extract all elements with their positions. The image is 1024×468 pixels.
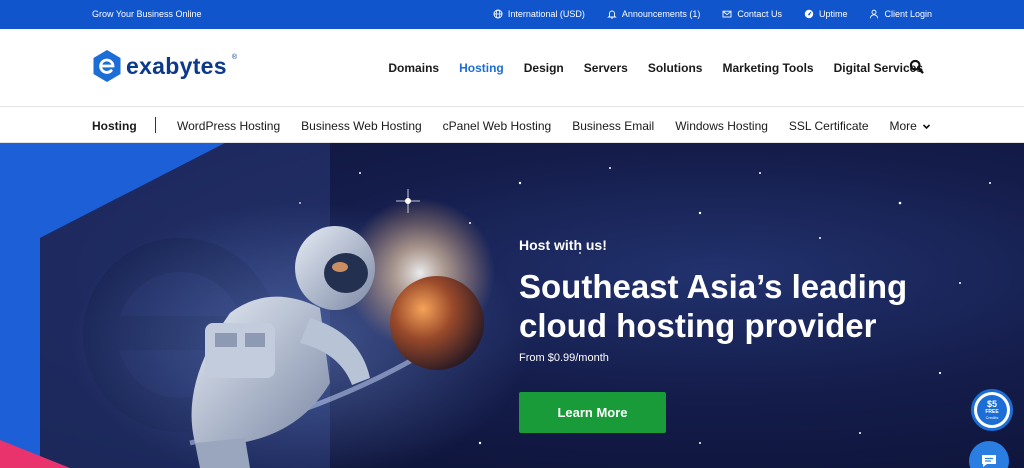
free-credits-badge-inner: $5 FREE Credits (977, 395, 1007, 425)
hero-eyebrow: Host with us! (519, 237, 607, 253)
subnav-business-email[interactable]: Business Email (572, 119, 654, 133)
chevron-down-icon (922, 123, 930, 129)
search-button[interactable] (909, 59, 924, 74)
registered-mark: ® (231, 53, 238, 61)
subnav-ssl-certificate[interactable]: SSL Certificate (789, 119, 869, 133)
logo-hex-icon (93, 50, 121, 82)
hero-title-line-1: Southeast Asia’s leading (519, 268, 908, 305)
hero-price: From $0.99/month (519, 352, 609, 364)
nav-solutions[interactable]: Solutions (648, 61, 703, 75)
user-icon (870, 9, 879, 19)
top-links: International (USD) Announcements (1) Co… (493, 9, 932, 19)
chat-bubble-icon (982, 455, 996, 467)
subnav-windows-hosting[interactable]: Windows Hosting (675, 119, 768, 133)
brand-name: exabytes (126, 52, 227, 79)
nav-servers[interactable]: Servers (584, 61, 628, 75)
announcements-link[interactable]: Announcements (1) (607, 9, 701, 19)
currency-link[interactable]: International (USD) (493, 9, 585, 19)
badge-amount: $5 (986, 399, 997, 409)
contact-label: Contact Us (737, 9, 782, 19)
client-login-link[interactable]: Client Login (869, 9, 932, 19)
uptime-label: Uptime (818, 9, 848, 19)
hero-title: Southeast Asia’s leading cloud hosting p… (519, 267, 939, 345)
hero-banner: Host with us! Southeast Asia’s leading c… (0, 143, 1024, 468)
main-nav: Domains Hosting Design Servers Solutions… (388, 61, 923, 75)
nav-domains[interactable]: Domains (388, 61, 439, 75)
hero-title-line-2: cloud hosting provider (519, 307, 877, 344)
currency-label: International (USD) (507, 9, 585, 19)
subnav-business-web-hosting[interactable]: Business Web Hosting (301, 119, 422, 133)
subnav-title: Hosting (92, 119, 137, 133)
nav-design[interactable]: Design (524, 61, 564, 75)
hosting-subnav: Hosting WordPress Hosting Business Web H… (0, 107, 1024, 143)
client-login-label: Client Login (884, 9, 932, 19)
announcements-label: Announcements (1) (621, 9, 701, 19)
learn-more-button[interactable]: Learn More (519, 392, 666, 433)
bell-icon (607, 10, 617, 19)
subnav-divider (155, 117, 156, 133)
brand-logo[interactable]: exabytes ® (92, 49, 237, 83)
subnav-cpanel-web-hosting[interactable]: cPanel Web Hosting (443, 119, 552, 133)
subnav-more[interactable]: More (890, 119, 931, 133)
subnav-more-label: More (889, 119, 917, 133)
subnav-wordpress-hosting[interactable]: WordPress Hosting (177, 119, 280, 133)
nav-marketing-tools[interactable]: Marketing Tools (722, 61, 813, 75)
mail-icon (722, 10, 732, 18)
top-bar: Grow Your Business Online International … (0, 0, 1024, 29)
contact-link[interactable]: Contact Us (722, 9, 782, 19)
globe-icon (493, 9, 503, 19)
nav-hosting[interactable]: Hosting (459, 61, 504, 75)
badge-credits-label: Credits (985, 415, 999, 420)
free-credits-badge[interactable]: $5 FREE Credits (971, 389, 1013, 431)
gauge-icon (804, 9, 814, 19)
search-icon (909, 59, 924, 74)
site-header: exabytes ® Domains Hosting Design Server… (0, 29, 1024, 107)
subnav-items: WordPress Hosting Business Web Hosting c… (177, 119, 931, 133)
uptime-link[interactable]: Uptime (804, 9, 848, 19)
tagline: Grow Your Business Online (92, 9, 202, 19)
